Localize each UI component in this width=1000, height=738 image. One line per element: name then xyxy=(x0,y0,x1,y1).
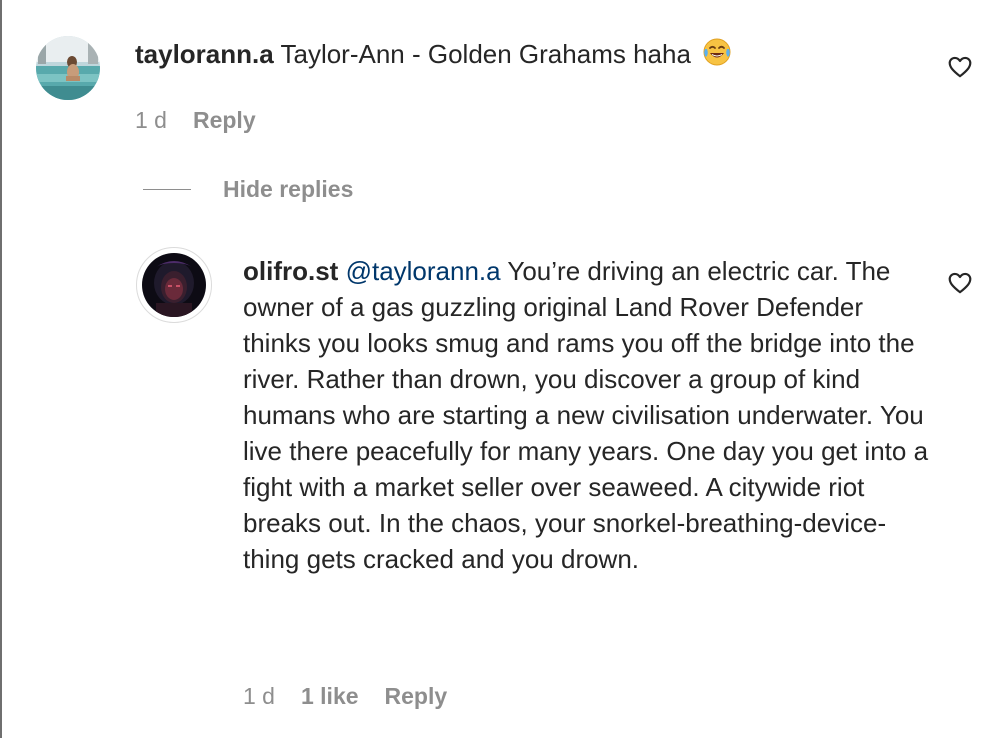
reply-meta: 1 d 1 like Reply xyxy=(243,683,447,710)
face-with-tears-of-joy-icon xyxy=(702,37,732,67)
reply-button[interactable]: Reply xyxy=(385,683,448,710)
comment-meta: 1 d Reply xyxy=(135,107,256,134)
like-heart-icon[interactable] xyxy=(947,270,973,296)
reply-body: You’re driving an electric car. The owne… xyxy=(243,256,929,574)
reply-olifro: olifro.st @taylorann.a You’re driving an… xyxy=(243,253,933,577)
hide-replies-button[interactable]: Hide replies xyxy=(143,176,353,203)
reply-timestamp: 1 d xyxy=(243,683,275,709)
divider-line xyxy=(143,188,191,191)
mention-link[interactable]: @taylorann.a xyxy=(346,256,501,286)
avatar-taylorann[interactable] xyxy=(36,36,100,100)
hide-replies-label: Hide replies xyxy=(223,176,354,202)
avatar-olifro[interactable] xyxy=(136,247,212,323)
comment-timestamp: 1 d xyxy=(135,107,167,133)
reply-button[interactable]: Reply xyxy=(193,107,256,134)
likes-count[interactable]: 1 like xyxy=(301,683,359,710)
comment-body: Taylor-Ann - Golden Grahams haha xyxy=(280,39,691,69)
like-heart-icon[interactable] xyxy=(947,54,973,80)
window-edge xyxy=(0,0,2,738)
comment-taylorann: taylorann.a Taylor-Ann - Golden Grahams … xyxy=(135,36,915,72)
comment-username[interactable]: taylorann.a xyxy=(135,39,274,69)
reply-username[interactable]: olifro.st xyxy=(243,256,338,286)
